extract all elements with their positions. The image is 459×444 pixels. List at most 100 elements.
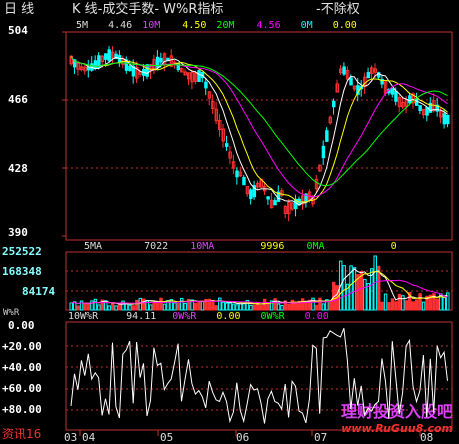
volume-bar bbox=[162, 303, 167, 311]
volume-bar bbox=[300, 298, 305, 311]
volume-bar bbox=[359, 270, 364, 311]
volume-bar bbox=[328, 300, 333, 311]
candle-body bbox=[93, 60, 98, 69]
volume-bar bbox=[197, 301, 201, 311]
volume-bar bbox=[280, 304, 284, 311]
ma5-line bbox=[70, 55, 448, 206]
ma30-line bbox=[70, 55, 448, 187]
volume-bar bbox=[218, 297, 222, 311]
stock-chart-canvas[interactable] bbox=[0, 0, 459, 443]
ma20-line bbox=[70, 55, 448, 198]
candle-body bbox=[104, 53, 108, 60]
volume-bar bbox=[304, 302, 308, 311]
ma10-line bbox=[70, 55, 448, 203]
candle-body bbox=[442, 113, 447, 125]
volume-bar bbox=[107, 305, 111, 311]
volume-bar bbox=[173, 302, 177, 311]
volume-bar bbox=[211, 300, 215, 311]
volume-bar bbox=[249, 304, 253, 311]
volume-bar bbox=[287, 303, 291, 311]
volume-bar bbox=[259, 304, 263, 311]
volume-bar bbox=[401, 295, 405, 311]
volume-bar bbox=[180, 297, 184, 311]
volume-bar bbox=[418, 293, 422, 311]
volume-bar bbox=[135, 299, 139, 311]
volume-bar bbox=[352, 267, 357, 311]
volume-bar bbox=[128, 304, 132, 311]
candle-body bbox=[446, 114, 450, 125]
volume-bar bbox=[273, 298, 277, 311]
candle-body bbox=[366, 72, 371, 79]
candle-body bbox=[204, 81, 208, 89]
volume-bar bbox=[79, 300, 84, 311]
volume-bar bbox=[421, 301, 426, 311]
candle-body bbox=[273, 200, 277, 206]
volume-bar bbox=[69, 302, 73, 311]
volume-bar bbox=[183, 302, 187, 311]
candle-body bbox=[325, 130, 329, 142]
candle-body bbox=[159, 57, 163, 63]
candle-body bbox=[349, 77, 353, 86]
volume-bar bbox=[276, 303, 281, 311]
volume-bar bbox=[214, 305, 219, 311]
candle-body bbox=[332, 100, 336, 108]
candle-body bbox=[249, 189, 253, 200]
candle-body bbox=[390, 88, 395, 95]
volume-bar bbox=[235, 304, 239, 311]
volume-bar bbox=[145, 299, 149, 311]
volume-bar bbox=[221, 301, 225, 311]
candle-body bbox=[342, 66, 346, 75]
volume-bar bbox=[252, 304, 257, 311]
volume-bar bbox=[404, 300, 409, 311]
volume-bar bbox=[262, 298, 267, 311]
candle-body bbox=[321, 145, 326, 159]
volume-bar bbox=[231, 303, 236, 311]
volume-bar bbox=[83, 303, 87, 311]
volume-bar bbox=[390, 298, 395, 311]
candle-body bbox=[86, 66, 91, 71]
volume-bar bbox=[86, 303, 91, 311]
volume-bar bbox=[138, 297, 143, 311]
volume-bar bbox=[383, 293, 388, 311]
volume-bar bbox=[117, 303, 122, 311]
candle-body bbox=[394, 90, 398, 102]
volume-bar bbox=[380, 301, 384, 311]
candle-body bbox=[128, 65, 132, 72]
volume-bar bbox=[200, 301, 205, 311]
volume-bar bbox=[114, 305, 118, 311]
volume-bar bbox=[294, 302, 298, 311]
volume-bar bbox=[176, 303, 181, 311]
volume-bar bbox=[394, 301, 398, 311]
candle-body bbox=[408, 95, 412, 104]
candle-body bbox=[235, 170, 239, 178]
candle-body bbox=[242, 176, 246, 186]
volume-bar bbox=[110, 303, 115, 311]
wr-panel-frame bbox=[65, 321, 453, 431]
candle-body bbox=[418, 105, 422, 111]
volume-bar bbox=[228, 302, 232, 311]
volume-bar bbox=[148, 304, 153, 311]
volume-bar bbox=[193, 302, 198, 311]
volume-bar bbox=[314, 304, 319, 311]
volume-bar bbox=[224, 302, 229, 311]
candle-body bbox=[107, 49, 111, 62]
volume-bar bbox=[76, 305, 80, 311]
volume-bar bbox=[256, 302, 260, 311]
candle-body bbox=[266, 196, 270, 200]
volume-bar bbox=[97, 304, 101, 311]
volume-bar bbox=[387, 302, 391, 311]
volume-bar bbox=[93, 298, 98, 311]
volume-bar bbox=[411, 301, 415, 311]
volume-bar bbox=[238, 303, 243, 311]
candle-body bbox=[224, 143, 229, 147]
volume-bar bbox=[124, 303, 129, 311]
candle-body bbox=[197, 70, 201, 82]
volume-bar bbox=[397, 293, 402, 311]
volume-bar bbox=[152, 301, 156, 311]
wr-line bbox=[70, 328, 448, 424]
volume-bar bbox=[318, 297, 322, 311]
volume-bar bbox=[142, 298, 146, 311]
volume-bar bbox=[159, 297, 163, 311]
volume-bar bbox=[131, 305, 136, 311]
volume-bar bbox=[435, 298, 440, 311]
